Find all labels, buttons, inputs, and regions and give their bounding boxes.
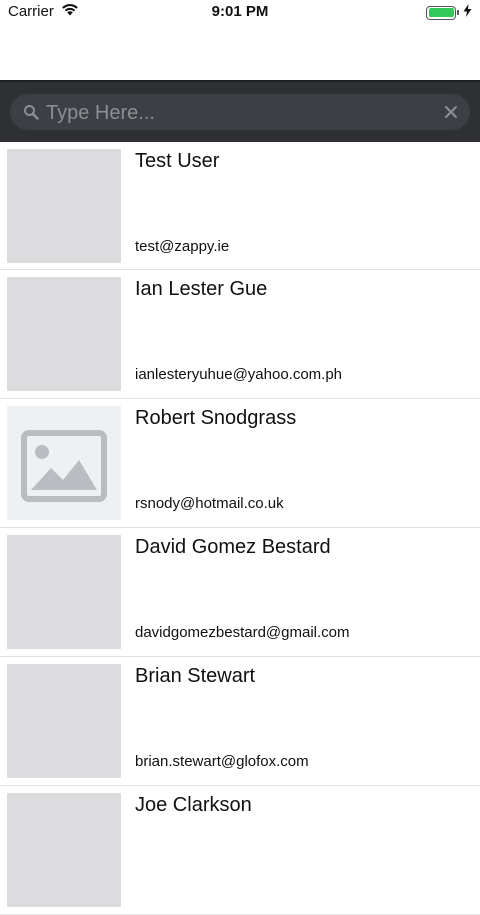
search-header [0,80,480,142]
search-input[interactable] [44,96,428,130]
user-name: Joe Clarkson [135,794,252,816]
search-bar[interactable] [10,94,470,130]
user-avatar [7,793,121,907]
user-email: davidgomezbestard@gmail.com [135,624,350,641]
status-bar: Carrier 9:01 PM [0,0,480,26]
user-avatar [7,664,121,778]
battery-icon [426,5,456,20]
user-email: ianlesteryuhue@yahoo.com.ph [135,366,343,383]
list-item[interactable]: Joe Clarkson [0,786,480,915]
clock: 9:01 PM [211,3,269,20]
user-name: Ian Lester Gue [135,278,268,300]
user-email: test@zappy.ie [135,238,230,255]
list-item[interactable]: Ian Lester Gue ianlesteryuhue@yahoo.com.… [0,270,480,399]
user-name: Robert Snodgrass [135,407,297,429]
close-icon[interactable] [444,105,458,119]
battery-cap [457,10,459,15]
user-name: Brian Stewart [135,665,256,687]
user-name: Test User [135,150,220,172]
user-list: Test User test@zappy.ie Ian Lester Gue i… [0,142,480,915]
list-item[interactable]: Test User test@zappy.ie [0,142,480,270]
user-avatar [7,149,121,263]
user-avatar [7,535,121,649]
image-placeholder-icon [21,430,107,502]
charging-bolt-icon [463,4,472,21]
user-email: rsnody@hotmail.co.uk [135,495,284,512]
search-icon [23,104,39,120]
user-avatar [7,277,121,391]
list-item[interactable]: Brian Stewart brian.stewart@glofox.com [0,657,480,786]
user-name: David Gomez Bestard [135,536,331,558]
status-right [426,4,472,21]
user-avatar [7,406,121,520]
user-email: brian.stewart@glofox.com [135,753,309,770]
battery-level [428,8,454,17]
list-item[interactable]: David Gomez Bestard davidgomezbestard@gm… [0,528,480,657]
list-item[interactable]: Robert Snodgrass rsnody@hotmail.co.uk [0,399,480,528]
